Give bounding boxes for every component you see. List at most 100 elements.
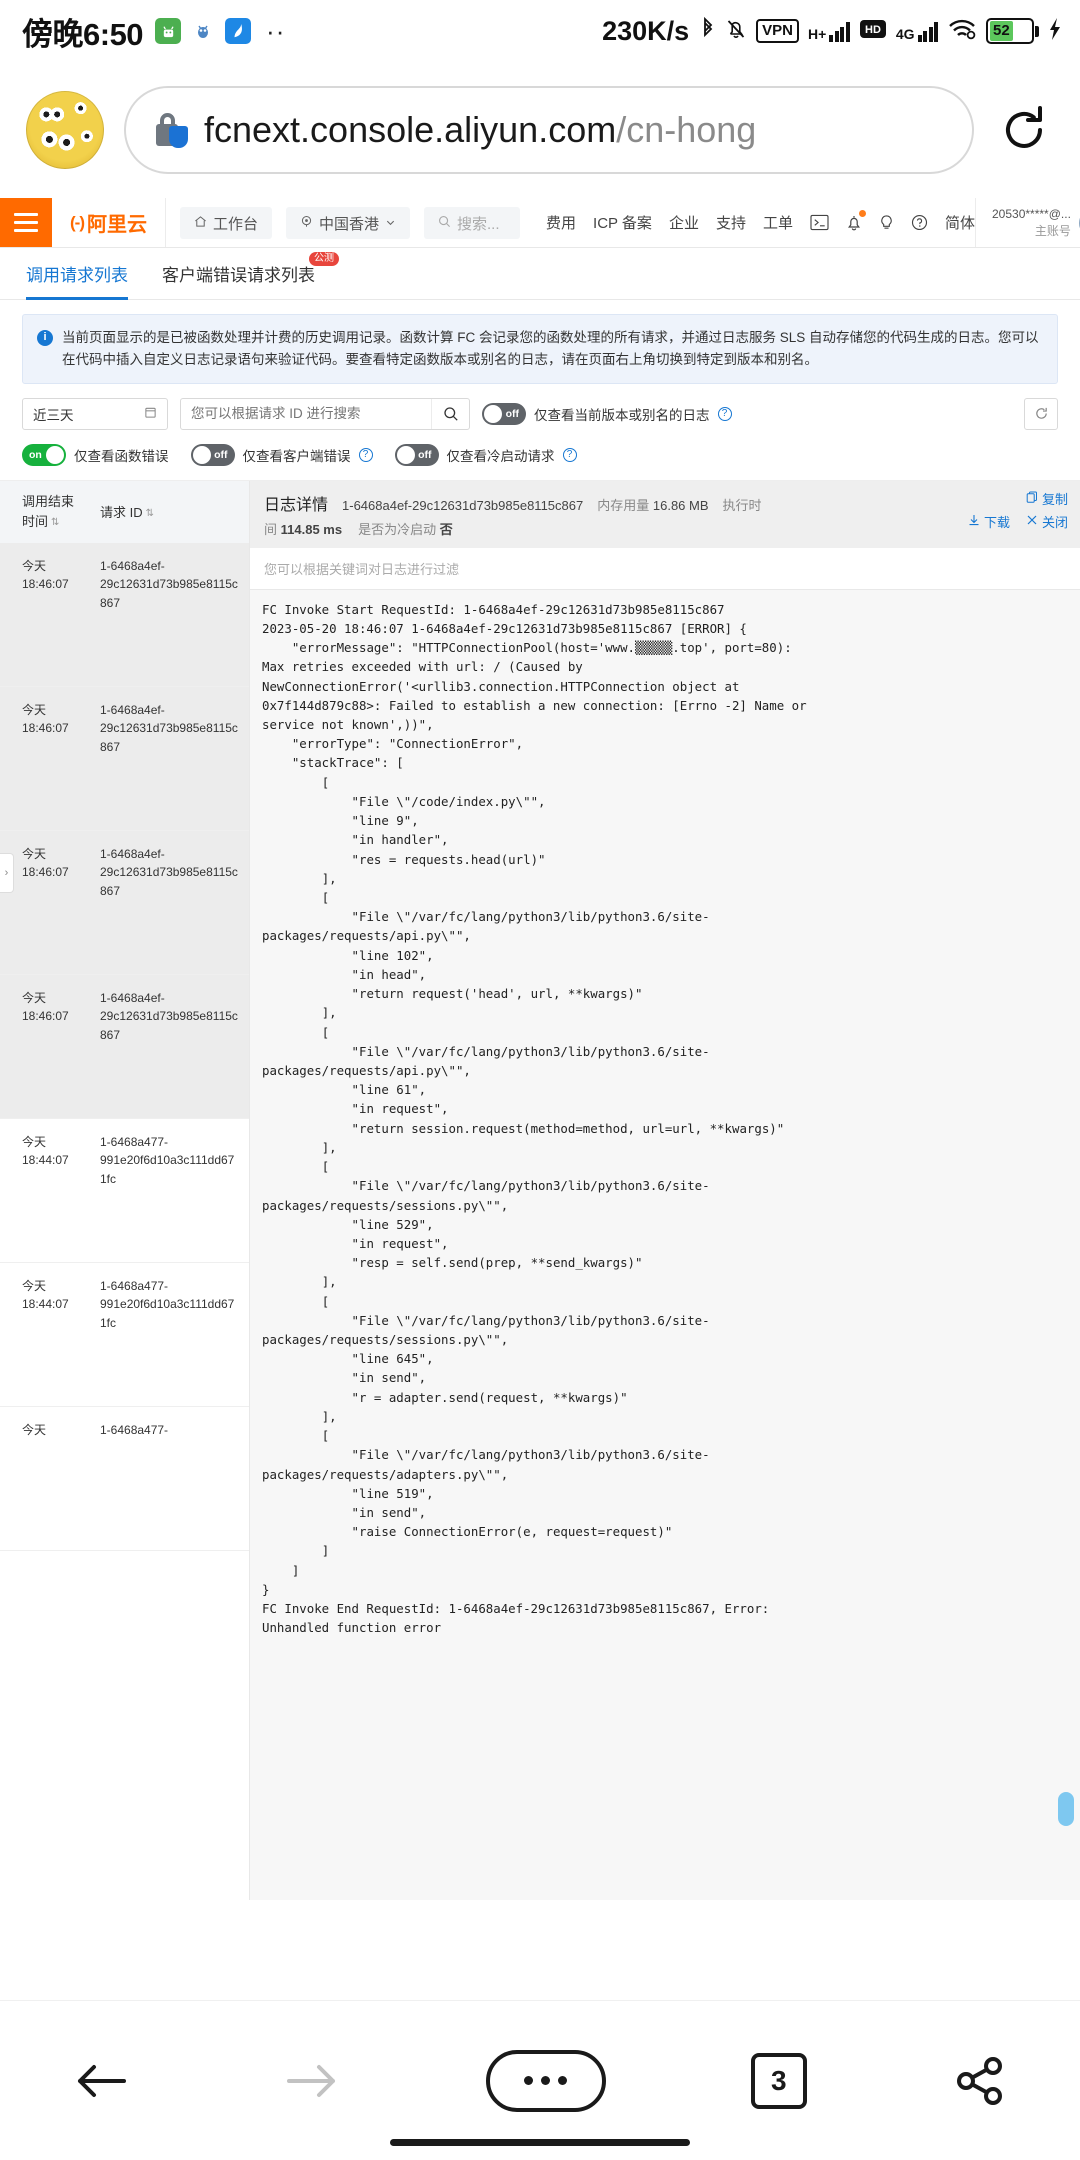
workbench-button[interactable]: 工作台 [179,207,272,239]
copy-icon [1026,491,1038,506]
notification-bell-icon[interactable] [846,209,866,232]
charging-bolt-icon [1048,17,1062,46]
download-icon [968,514,980,529]
duration-label: 执行时 [722,497,762,513]
request-id-search[interactable] [180,397,470,430]
wifi-icon [947,17,977,46]
hamburger-menu-icon[interactable] [0,198,52,247]
table-row[interactable]: 今天 18:46:07 1-6468a4ef- 29c12631d73b985e81… [0,542,249,687]
search-icon[interactable] [431,398,469,429]
memory-value: 16.86 MB [652,497,709,513]
forward-button[interactable] [279,2057,341,2105]
toggle-client-errors[interactable]: off 仅查看客户端错误 ? [190,443,373,466]
coldstart-value: 否 [439,521,453,537]
table-row[interactable]: 今天 18:44:07 1-6468a477- 991e20f6d10a3c111d… [0,1263,249,1407]
back-button[interactable] [72,2057,134,2105]
toggle-function-errors-switch[interactable]: on [22,443,66,466]
toggle-function-errors[interactable]: on 仅查看函数错误 [22,443,169,466]
duration-label-wrap: 间 [264,521,278,537]
status-right-icons: 230K/s VPN H+ HD 4G 52 [602,16,1062,47]
row-day: 今天 [22,1134,47,1149]
help-icon[interactable]: ? [717,406,732,421]
profile-avatar[interactable] [26,91,104,169]
log-keyword-filter[interactable]: 您可以根据关键词对日志进行过滤 [250,548,1080,590]
table-row[interactable]: 今天 18:44:07 1-6468a477- 991e20f6d10a3c111d… [0,1119,249,1263]
more-dots-icon: ·· [266,15,286,46]
log-output-area[interactable]: FC Invoke Start RequestId: 1-6468a4ef-29… [250,589,1080,1900]
bluetooth-icon [700,16,716,47]
help-icon[interactable]: ? [562,447,577,462]
toggle-cold-start-switch[interactable]: off [394,443,439,466]
toggle-current-version-state: off [505,407,519,420]
close-button[interactable]: 关闭 [1026,512,1068,531]
menu-button[interactable] [485,2049,606,2112]
calendar-icon [144,406,157,422]
row-day: 今天 [22,1422,47,1437]
toggle-current-version-logs[interactable]: off 仅查看当前版本或别名的日志 ? [482,402,732,425]
sort-icon[interactable]: ⇅ [146,508,154,519]
vpn-icon: VPN [756,19,800,43]
bug-app-icon [190,18,216,44]
scroll-indicator[interactable] [1058,1791,1074,1826]
header-search-box[interactable]: 搜索... [424,207,521,239]
toggle-cold-start[interactable]: off 仅查看冷启动请求 ? [394,443,577,466]
menu-dots-icon[interactable] [485,2049,606,2112]
tab-client-error-request-list[interactable]: 客户端错误请求列表 公测 [162,248,339,300]
row-time: 18:44:07 [22,1153,69,1168]
memory-label: 内存用量 [597,497,650,513]
nav-item-icp[interactable]: ICP 备案 [593,212,652,233]
aliyun-logo[interactable]: (-) 阿里云 [52,198,166,247]
share-button[interactable] [952,2053,1008,2109]
url-bar[interactable]: fcnext.console.aliyun.com/cn-hong [124,86,974,174]
download-button[interactable]: 下载 [968,512,1010,531]
table-row[interactable]: 今天 18:46:07 1-6468a4ef- 29c12631d73b985e81… [0,974,249,1119]
nav-item-support[interactable]: 支持 [716,212,746,233]
row-request-id-line2: 29c12631d73b985e8115c867 [100,577,238,610]
region-selector[interactable]: 中国香港 [286,207,411,239]
toggle-client-errors-switch[interactable]: off [190,443,235,466]
help-icon[interactable]: ? [358,447,373,462]
sort-icon[interactable]: ⇅ [51,515,59,530]
copy-button[interactable]: 复制 [1026,489,1068,508]
terminal-icon[interactable] [810,214,829,231]
refresh-button[interactable] [1024,397,1058,430]
table-row[interactable]: 今天 18:46:07 1-6468a4ef- 29c12631d73b985e81… [0,686,249,831]
lightbulb-icon[interactable] [879,214,894,232]
coldstart-label: 是否为冷启动 [358,521,437,537]
row-request-id-line1: 1-6468a477- [100,1134,169,1149]
reload-icon[interactable] [994,100,1054,160]
panel-drag-handle[interactable]: › [0,852,14,893]
browser-bottom-nav: 3 [0,2000,1080,2160]
url-path: /cn-hong [616,109,757,150]
nav-item-fees[interactable]: 费用 [546,212,576,233]
row-day: 今天 [22,1278,47,1293]
account-role: 主账号 [1034,223,1071,238]
tab-switcher-button[interactable]: 3 [750,2052,807,2109]
row-request-id-line1: 1-6468a4ef- [100,990,165,1005]
date-range-picker[interactable]: 近三天 [22,397,168,430]
nav-item-enterprise[interactable]: 企业 [669,212,699,233]
tab-invoke-request-list[interactable]: 调用请求列表 [26,248,128,300]
log-detail-title: 日志详情 [264,496,329,514]
column-header-request-id[interactable]: 请求 ID ⇅ [100,502,249,521]
toggle-function-errors-state: on [29,448,42,461]
help-circle-icon[interactable] [911,214,928,231]
column-header-end-time-line1: 调用结束 [22,494,75,510]
table-row[interactable]: 今天 18:46:07 1-6468a4ef- 29c12631d73b985e81… [0,830,249,975]
toggle-current-version-switch[interactable]: off [482,402,526,425]
row-request-id-line2: 991e20f6d10a3c111dd671fc [100,1297,235,1330]
beta-badge: 公测 [309,251,339,266]
nav-item-ticket[interactable]: 工单 [763,212,793,233]
account-menu[interactable]: 20530*****@... 主账号 [975,198,1080,247]
row-request-id-line1: 1-6468a4ef- [100,558,165,573]
lock-icon [156,112,188,148]
table-row[interactable]: 今天 1-6468a477- [0,1407,249,1551]
page-tabs: 调用请求列表 客户端错误请求列表 公测 [0,248,1080,300]
filter-row-secondary: on 仅查看函数错误 off 仅查看客户端错误 ? off 仅查看冷启动请求 ? [0,430,1080,466]
request-list-panel: 调用结束 时间 ⇅ 请求 ID ⇅ 今天 18:46:07 1-6468a4ef- 29… [0,480,250,1900]
search-input[interactable] [181,398,431,429]
hplus-label: H+ [808,26,827,42]
column-header-end-time[interactable]: 调用结束 时间 ⇅ [22,492,100,531]
header-search-placeholder: 搜索... [457,215,500,233]
language-switcher[interactable]: 简体 [945,212,975,233]
